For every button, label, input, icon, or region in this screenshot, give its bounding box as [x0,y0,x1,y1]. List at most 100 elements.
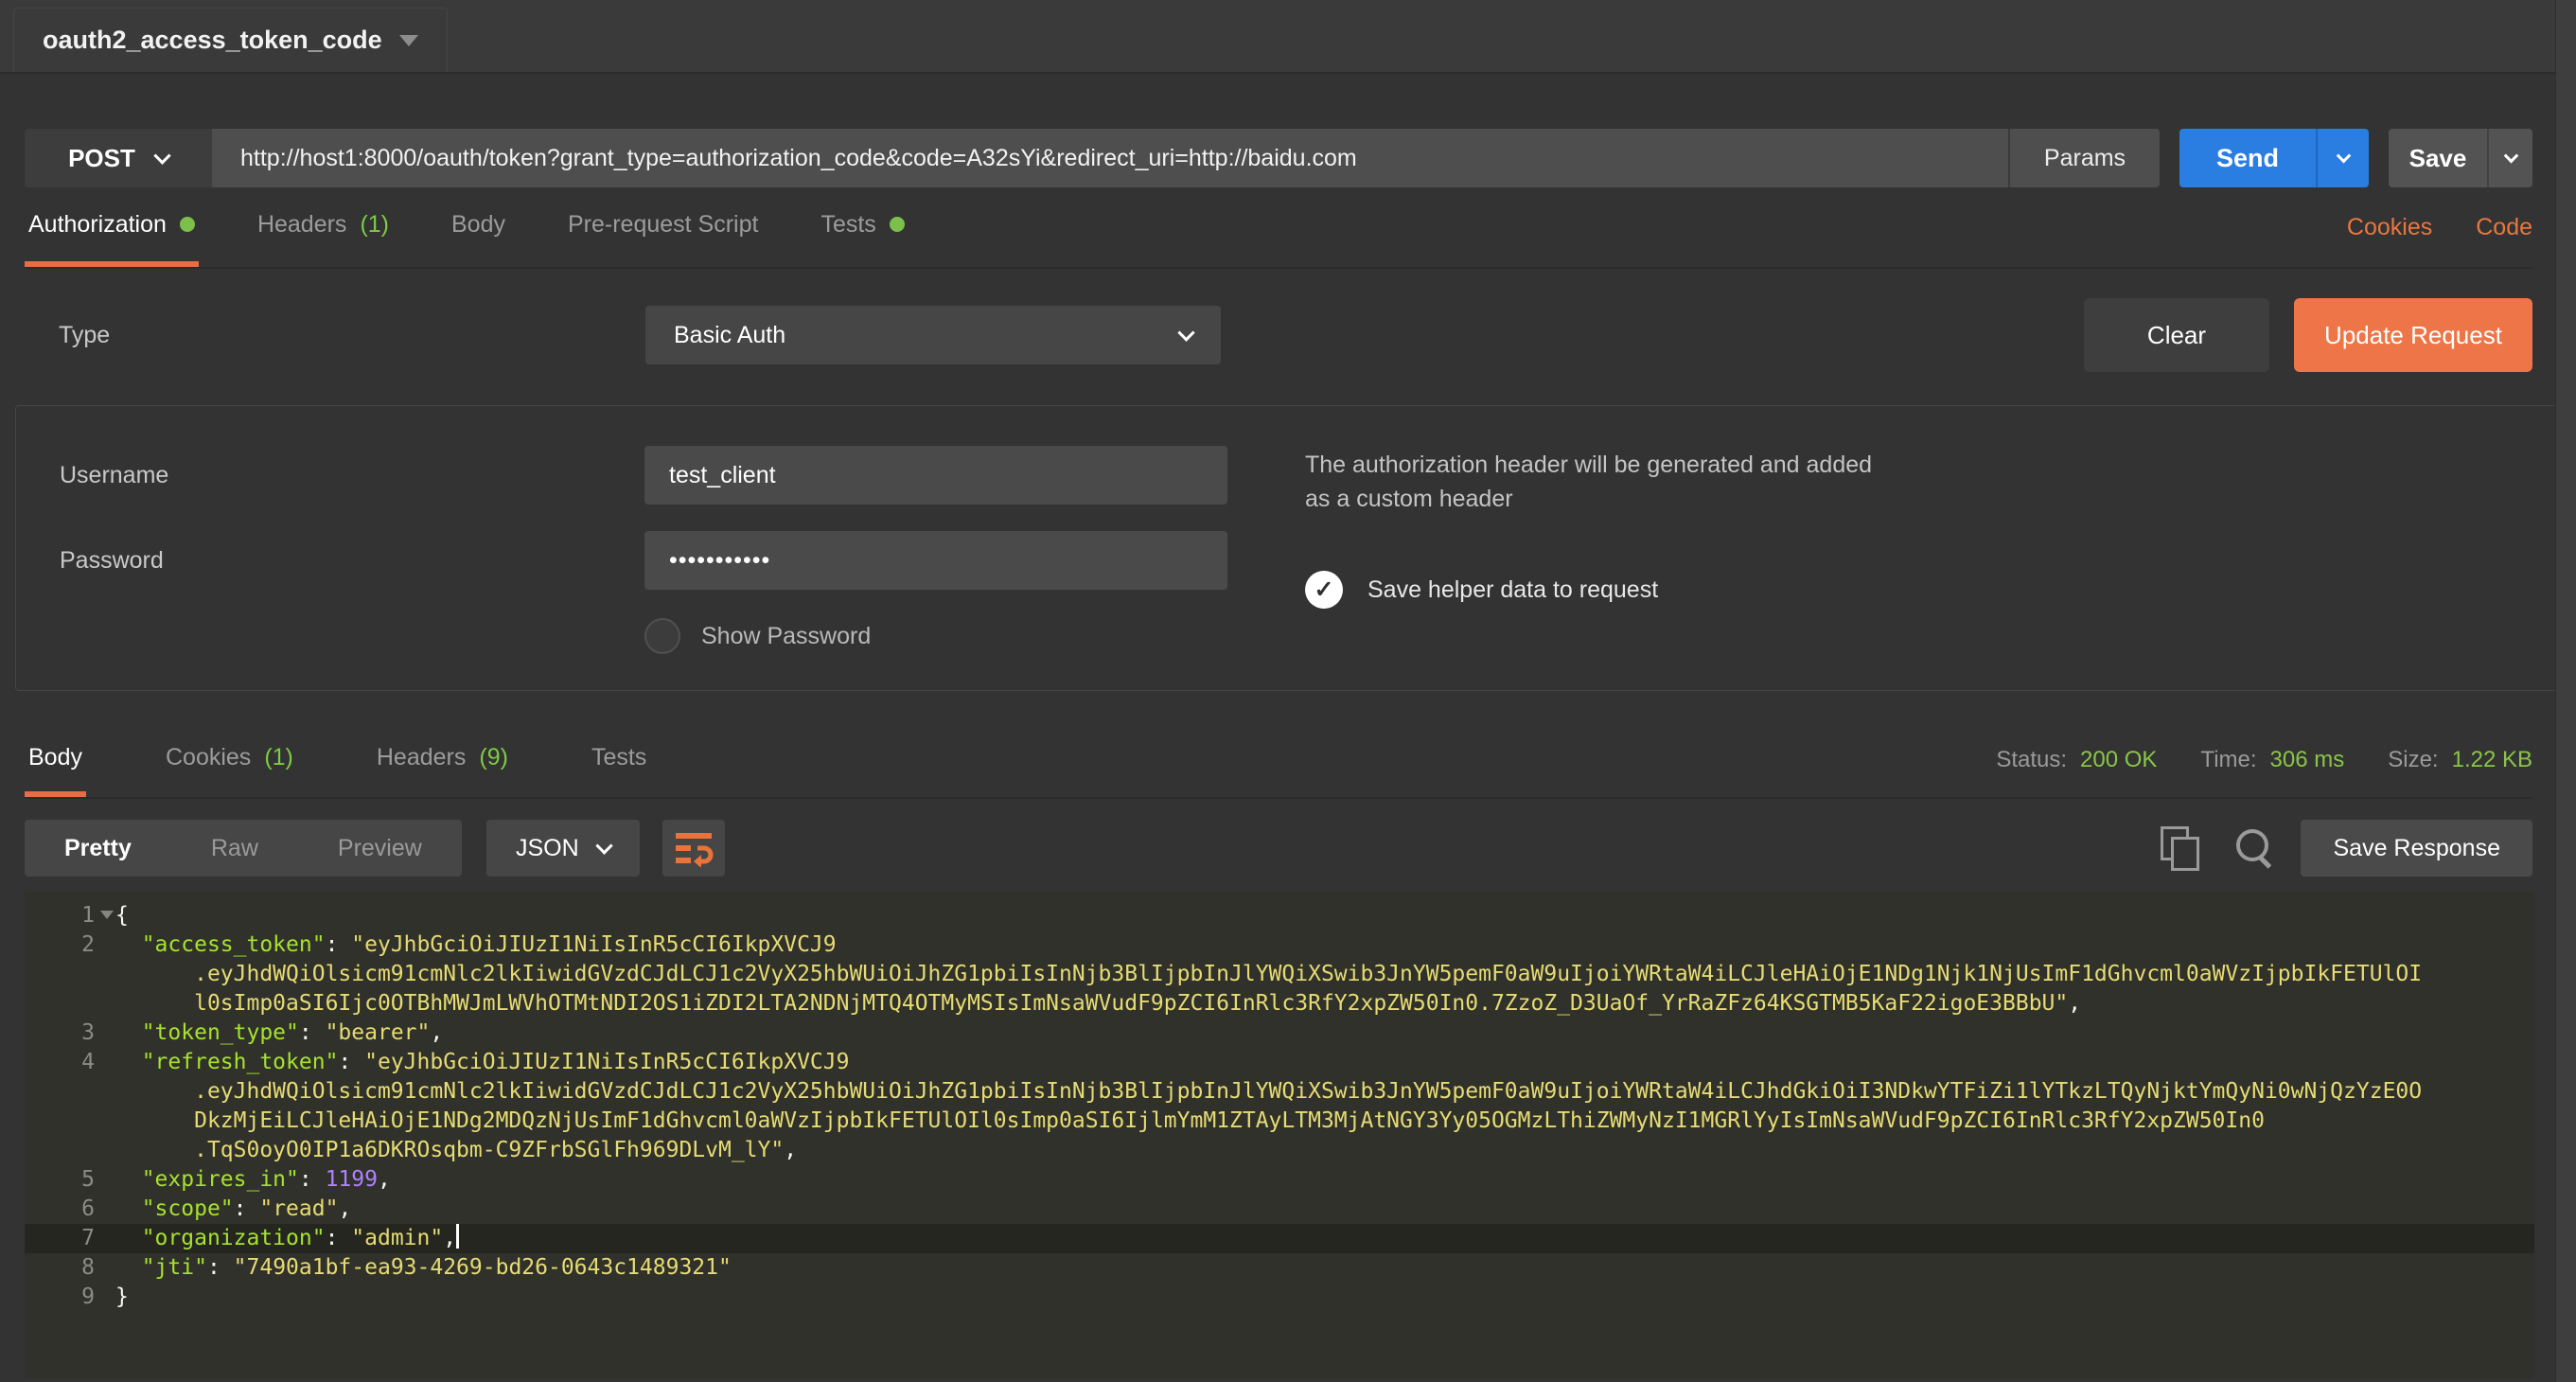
show-password-label: Show Password [701,623,871,650]
auth-type-select[interactable]: Basic Auth [645,306,1221,364]
tab-pre-request-script[interactable]: Pre-request Script [564,187,762,267]
code-line: 8 "jti": "7490a1bf-ea93-4269-bd26-0643c1… [25,1253,2534,1283]
code-link[interactable]: Code [2476,214,2532,241]
method-select[interactable]: POST [25,129,212,187]
code-text[interactable]: "jti": "7490a1bf-ea93-4269-bd26-0643c148… [115,1253,2534,1283]
tab-headers[interactable]: Headers (1) [254,187,393,267]
save-label[interactable]: Save [2389,129,2487,187]
code-text[interactable]: "organization": "admin", [115,1224,2534,1253]
code-line: l0sImp0aSI6Ijc0OTBhMWJmLWVhOTMtNDI2OS1iZ… [25,989,2534,1019]
tab-label: Tests [820,211,875,239]
save-helper-label: Save helper data to request [1367,576,1658,604]
show-password-row: Show Password [60,618,1227,654]
request-tab[interactable]: oauth2_access_token_code [13,8,448,72]
line-number [25,1077,115,1107]
tab-response-cookies[interactable]: Cookies (1) [162,723,297,797]
clear-button[interactable]: Clear [2084,298,2269,372]
cookies-link[interactable]: Cookies [2347,214,2432,241]
search-icon[interactable] [2234,827,2276,869]
code-text[interactable]: "expires_in": 1199, [115,1165,2534,1195]
size-badge: Size: 1.22 KB [2388,747,2532,773]
tab-authorization[interactable]: Authorization [25,187,199,267]
save-helper-row: ✓ Save helper data to request [1305,571,2560,609]
helper-text: The authorization header will be generat… [1305,448,1873,516]
line-number [25,960,115,989]
password-field[interactable] [644,531,1227,590]
status-dot-icon [180,217,195,232]
line-number: 7 [25,1224,115,1253]
code-text[interactable]: } [115,1283,2534,1312]
line-number: 2 [25,930,115,960]
auth-helper: The authorization header will be generat… [1227,446,2560,654]
code-text[interactable]: .eyJhdWQiOlsicm91cmNlc2lkIiwidGVzdCJdLCJ… [115,960,2534,989]
url-builder: POST Params Send Save [25,129,2532,187]
tab-tests[interactable]: Tests [817,187,908,267]
username-field[interactable] [644,446,1227,505]
request-links: Cookies Code [2347,187,2532,267]
wrap-text-button[interactable] [662,820,725,877]
line-number: 4 [25,1048,115,1077]
auth-type-value: Basic Auth [674,322,785,349]
code-text[interactable]: "refresh_token": "eyJhbGciOiJIUzI1NiIsIn… [115,1048,2534,1077]
code-text[interactable]: "token_type": "bearer", [115,1019,2534,1048]
chevron-down-icon[interactable] [399,35,418,46]
show-password-checkbox[interactable] [644,618,680,654]
tab-label: Tests [591,744,646,771]
status-value: 200 OK [2080,747,2157,773]
tab-response-body[interactable]: Body [25,723,86,797]
username-label: Username [60,462,644,489]
response-toolbar: Pretty Raw Preview JSON Save Response [25,820,2532,877]
code-text[interactable]: { [115,901,2534,930]
url-input[interactable] [212,129,2008,187]
response-section: Body Cookies (1) Headers (9) Tests Statu… [0,723,2576,1378]
tab-body[interactable]: Body [448,187,509,267]
tab-count: (1) [264,744,293,771]
save-response-button[interactable]: Save Response [2301,820,2532,877]
code-text[interactable]: DkzMjEiLCJleHAiOjE1NDg2MDQzNjUsImF1dGhvc… [115,1107,2534,1136]
update-request-button[interactable]: Update Request [2294,298,2532,372]
send-label[interactable]: Send [2179,129,2316,187]
auth-panel: Username Password Show Password The auth… [15,405,2561,691]
password-row: Password [60,531,1227,590]
tab-label: Headers [377,744,467,771]
params-button[interactable]: Params [2008,129,2160,187]
time-badge: Time: 306 ms [2200,747,2344,773]
auth-type-row: Type Basic Auth Clear Update Request [25,269,2532,401]
code-text[interactable]: l0sImp0aSI6Ijc0OTBhMWJmLWVhOTMtNDI2OS1iZ… [115,989,2534,1019]
line-number: 3 [25,1019,115,1048]
format-select[interactable]: JSON [486,820,640,877]
code-line: 6 "scope": "read", [25,1195,2534,1224]
line-number: 8 [25,1253,115,1283]
save-options-caret[interactable] [2487,129,2532,187]
code-text[interactable]: "scope": "read", [115,1195,2534,1224]
params-label: Params [2044,145,2126,172]
save-helper-checkbox[interactable]: ✓ [1305,571,1343,609]
tab-label: Body [451,211,505,239]
code-text[interactable]: .eyJhdWQiOlsicm91cmNlc2lkIiwidGVzdCJdLCJ… [115,1077,2534,1107]
raw-button[interactable]: Raw [171,820,298,877]
code-text[interactable]: "access_token": "eyJhbGciOiJIUzI1NiIsInR… [115,930,2534,960]
tab-response-tests[interactable]: Tests [588,723,650,797]
code-panel[interactable]: 1{2 "access_token": "eyJhbGciOiJIUzI1NiI… [25,892,2534,1378]
copy-icon[interactable] [2161,826,2198,870]
send-options-caret[interactable] [2316,129,2369,187]
chevron-down-icon [2503,148,2518,163]
save-button[interactable]: Save [2389,129,2532,187]
preview-button[interactable]: Preview [298,820,462,877]
status-badge: Status: 200 OK [1996,747,2157,773]
method-label: POST [68,144,135,173]
line-number [25,989,115,1019]
fold-arrow-icon[interactable] [100,911,114,919]
status-dot-icon [890,217,905,232]
pretty-button[interactable]: Pretty [25,820,171,877]
code-line: 2 "access_token": "eyJhbGciOiJIUzI1NiIsI… [25,930,2534,960]
code-text[interactable]: .TqS0oyO0IP1a6DKROsqbm-C9ZFrbSGlFh969DLv… [115,1136,2534,1165]
line-number: 9 [25,1283,115,1312]
status-label: Status: [1996,747,2067,773]
tab-response-headers[interactable]: Headers (9) [373,723,512,797]
scrollbar[interactable] [2555,0,2576,1382]
response-tabs: Body Cookies (1) Headers (9) Tests Statu… [25,723,2532,799]
response-meta: Status: 200 OK Time: 306 ms Size: 1.22 K… [1952,723,2532,797]
send-button[interactable]: Send [2179,129,2369,187]
view-switcher: Pretty Raw Preview [25,820,462,877]
